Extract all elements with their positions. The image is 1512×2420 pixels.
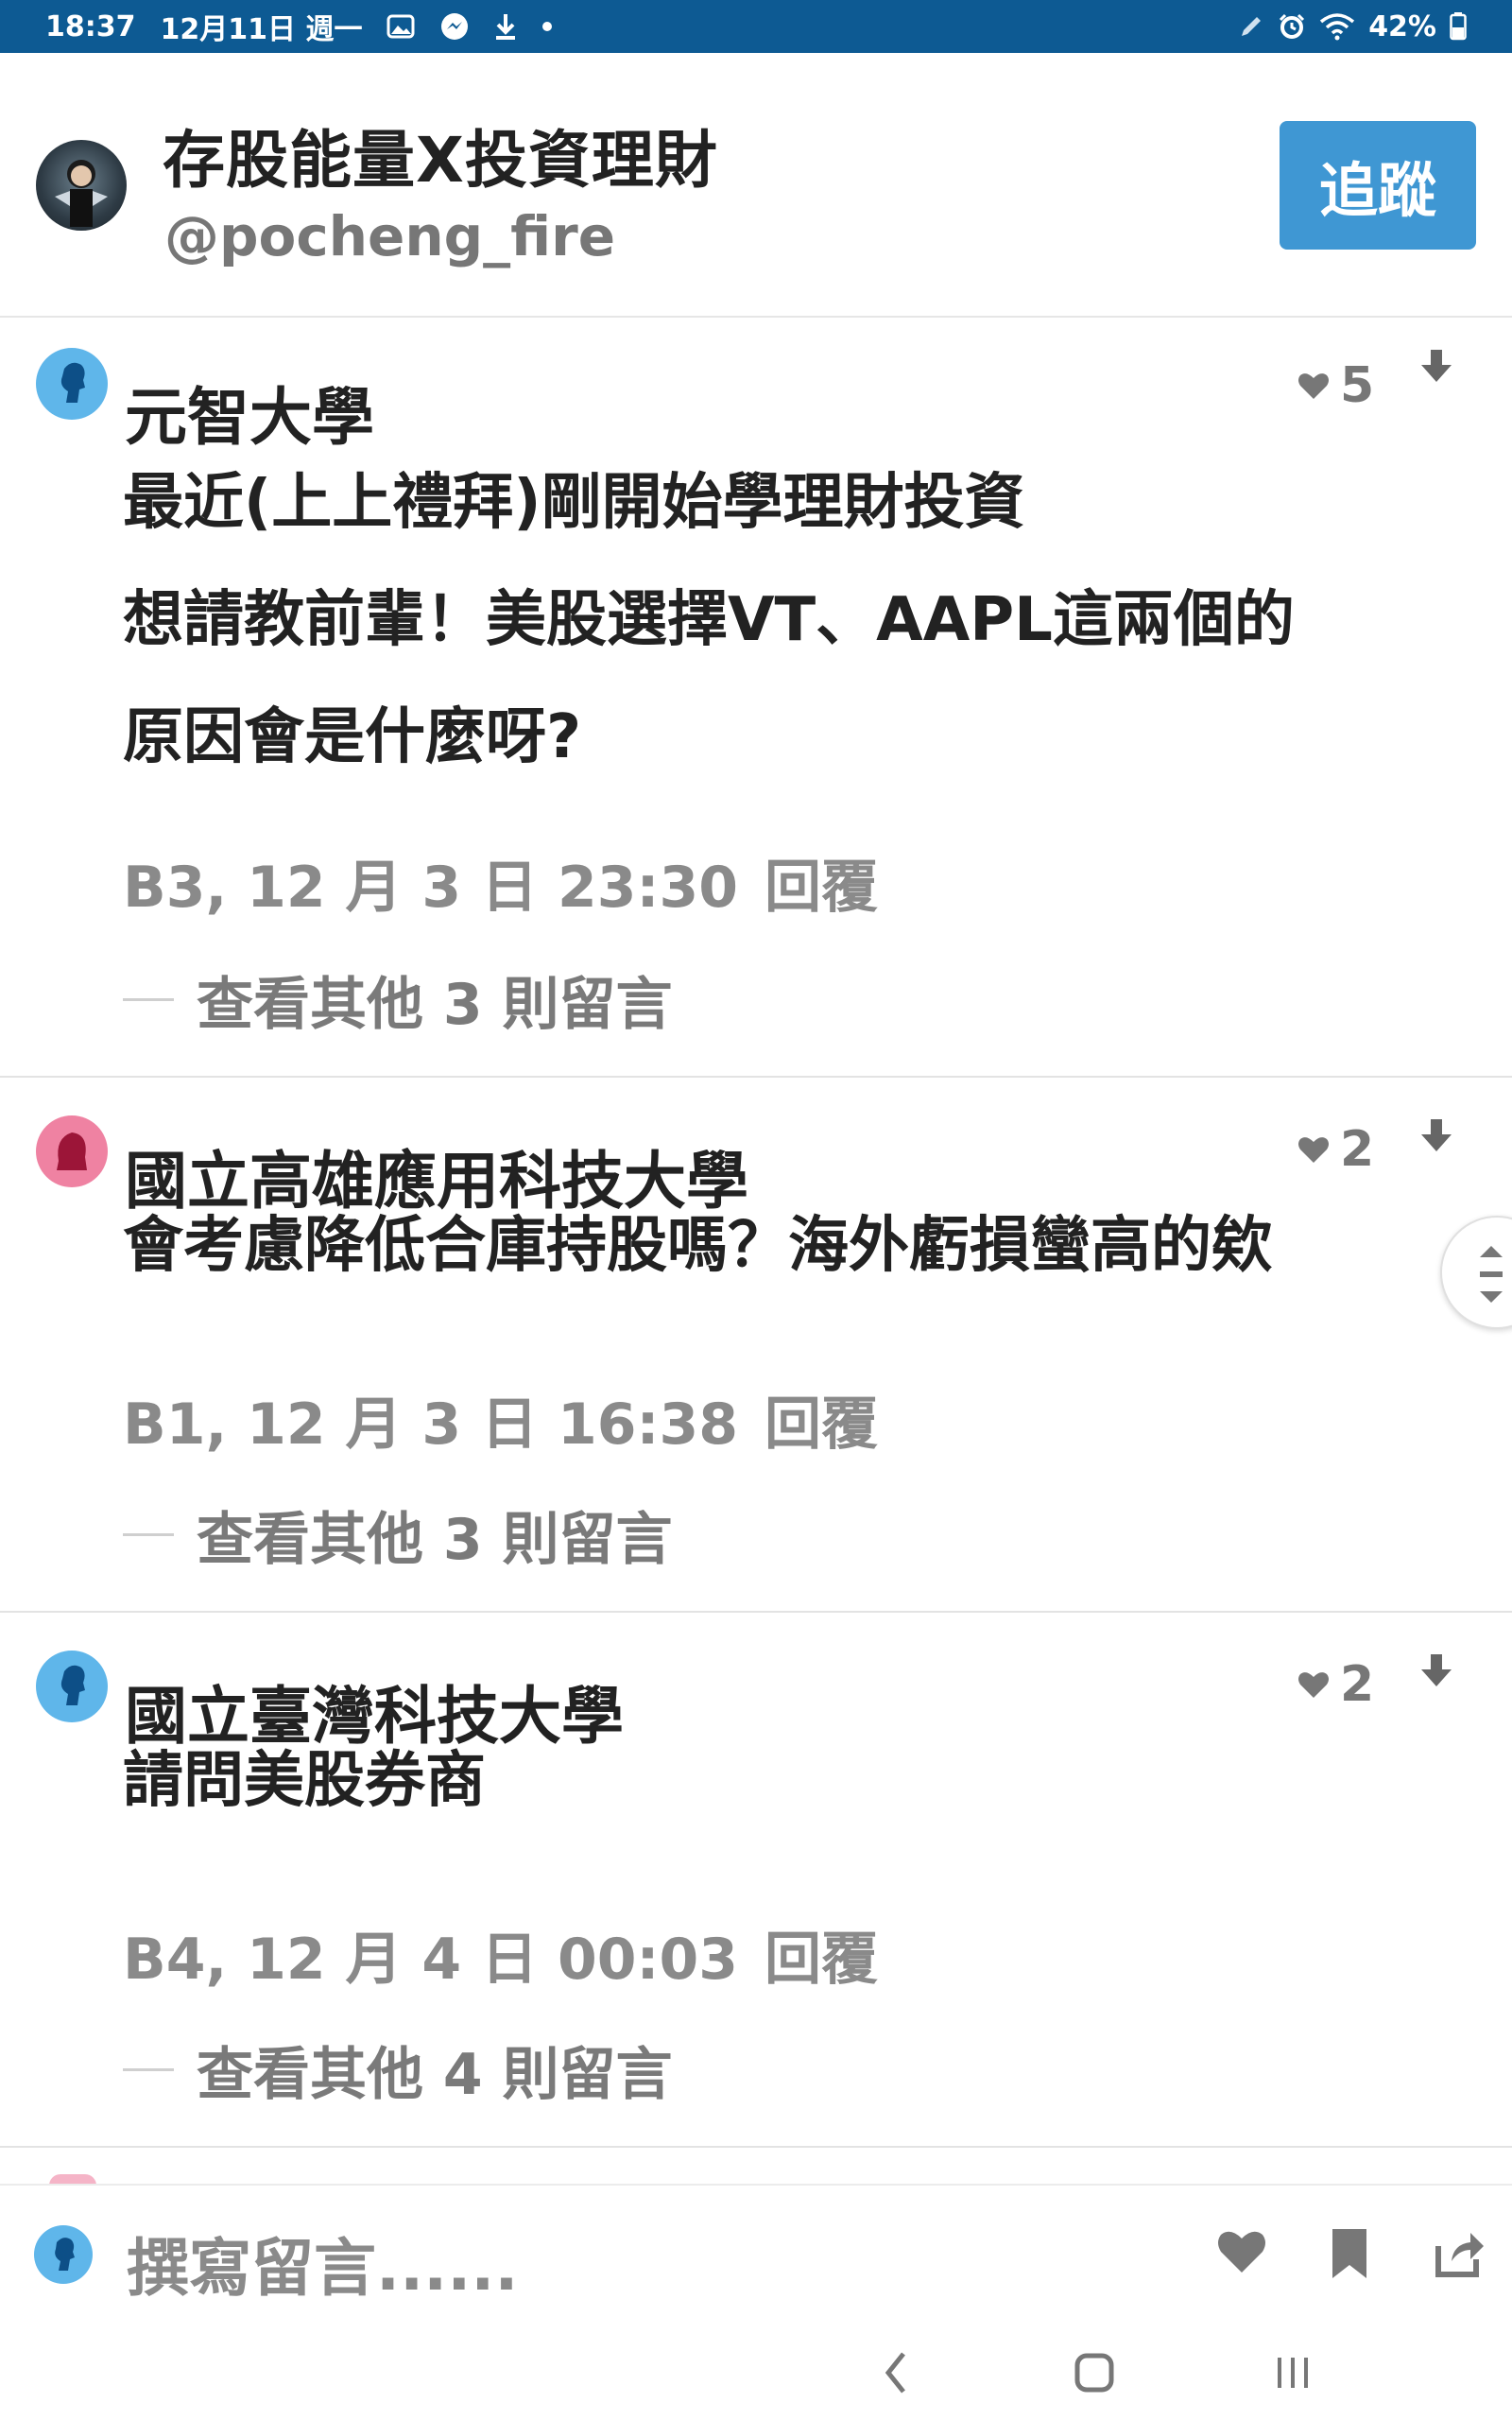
back-button[interactable] bbox=[879, 2346, 911, 2403]
scroll-arrows-icon bbox=[1480, 1246, 1503, 1303]
view-more-label: 查看其他 3 則留言 bbox=[197, 1507, 673, 1573]
battery-percent: 42% bbox=[1368, 9, 1436, 43]
reply-button[interactable]: 回覆 bbox=[765, 1927, 878, 1993]
profile-avatar[interactable] bbox=[36, 140, 127, 231]
profile-handle: @pocheng_fire bbox=[164, 204, 616, 268]
comment-body-line: 最近(上上禮拜)剛開始學理財投資 bbox=[123, 468, 1025, 538]
download-icon bbox=[494, 12, 517, 41]
like-button[interactable]: 2 bbox=[1297, 1656, 1374, 1713]
share-button[interactable] bbox=[1433, 2227, 1486, 2284]
battery-icon bbox=[1450, 12, 1467, 41]
status-bar: 18:37 12月11日 週一 42% bbox=[0, 0, 1512, 53]
like-button[interactable]: 2 bbox=[1297, 1121, 1374, 1178]
comment-item: 元智大學 最近(上上禮拜)剛開始學理財投資 想請教前輩！美股選擇VT、AAPL這… bbox=[0, 320, 1512, 1078]
downvote-button[interactable] bbox=[1419, 1652, 1453, 1694]
comment-meta: B1, 12 月 3 日 16:38 回覆 bbox=[123, 1378, 878, 1461]
status-date: 12月11日 週一 bbox=[160, 13, 363, 46]
divider-dash bbox=[123, 1533, 174, 1536]
comment-item: 國立高雄應用科技大學 會考慮降低合庫持股嗎？海外虧損蠻高的欸 B1, 12 月 … bbox=[0, 1078, 1512, 1613]
dot-icon bbox=[541, 21, 553, 32]
share-icon bbox=[1435, 2233, 1484, 2277]
scroll-handle[interactable] bbox=[1440, 1216, 1512, 1329]
downvote-button[interactable] bbox=[1419, 1117, 1453, 1159]
author-avatar[interactable] bbox=[36, 1115, 108, 1187]
comment-timestamp: B4, 12 月 4 日 00:03 bbox=[123, 1927, 738, 1993]
like-count: 2 bbox=[1340, 1121, 1375, 1178]
home-button[interactable] bbox=[1074, 2346, 1115, 2403]
comment-body: 請問美股券商 bbox=[123, 1722, 1446, 1840]
comment-body-line: 原因會是什麼呀? bbox=[123, 702, 582, 772]
comment-timestamp: B3, 12 月 3 日 23:30 bbox=[123, 855, 738, 921]
down-arrow-icon bbox=[1421, 1119, 1452, 1151]
status-right: 42% bbox=[1238, 10, 1467, 43]
wifi-icon bbox=[1319, 12, 1355, 41]
comment-item: 國立臺灣科技大學 請問美股券商 B4, 12 月 4 日 00:03 回覆 查看其… bbox=[0, 1613, 1512, 2148]
view-more-replies[interactable]: 查看其他 4 則留言 bbox=[123, 2029, 673, 2111]
profile-title: 存股能量X投資理財 bbox=[163, 124, 718, 197]
my-avatar bbox=[34, 2225, 93, 2284]
downvote-button[interactable] bbox=[1419, 348, 1453, 389]
messenger-icon bbox=[439, 11, 470, 42]
down-arrow-icon bbox=[1421, 1654, 1452, 1686]
comment-meta: B4, 12 月 4 日 00:03 回覆 bbox=[123, 1913, 878, 1996]
status-left: 18:37 12月11日 週一 bbox=[45, 6, 553, 47]
view-more-replies[interactable]: 查看其他 3 則留言 bbox=[123, 1494, 673, 1576]
pen-icon bbox=[1238, 13, 1264, 40]
divider-dash bbox=[123, 998, 174, 1001]
comment-body-line: 想請教前輩！美股選擇VT、AAPL這兩個的 bbox=[123, 585, 1295, 655]
heart-icon bbox=[1298, 1672, 1329, 1698]
profile-header: 存股能量X投資理財 @pocheng_fire 追蹤 bbox=[0, 53, 1512, 318]
heart-icon bbox=[1218, 2231, 1265, 2273]
status-time: 18:37 bbox=[45, 9, 136, 43]
reply-button[interactable]: 回覆 bbox=[765, 855, 878, 921]
like-count: 2 bbox=[1340, 1656, 1375, 1713]
like-post-button[interactable] bbox=[1215, 2227, 1268, 2280]
bookmark-button[interactable] bbox=[1327, 2227, 1372, 2284]
comment-body-line: 請問美股券商 bbox=[123, 1746, 486, 1816]
recents-icon bbox=[1278, 2358, 1308, 2388]
view-more-label: 查看其他 3 則留言 bbox=[197, 972, 673, 1038]
author-avatar[interactable] bbox=[36, 348, 108, 420]
like-button[interactable]: 5 bbox=[1297, 357, 1374, 414]
alarm-icon bbox=[1278, 12, 1306, 41]
down-arrow-icon bbox=[1421, 350, 1452, 382]
back-icon bbox=[885, 2352, 905, 2394]
system-nav-bar bbox=[0, 2325, 1512, 2420]
follow-button[interactable]: 追蹤 bbox=[1280, 121, 1476, 250]
bookmark-icon bbox=[1332, 2229, 1366, 2278]
view-more-label: 查看其他 4 則留言 bbox=[197, 2042, 673, 2108]
comment-timestamp: B1, 12 月 3 日 16:38 bbox=[123, 1392, 738, 1458]
comment-meta: B3, 12 月 3 日 23:30 回覆 bbox=[123, 841, 878, 924]
heart-icon bbox=[1298, 1137, 1329, 1163]
home-icon bbox=[1074, 2353, 1114, 2393]
author-avatar[interactable] bbox=[36, 1651, 108, 1722]
comment-body-line: 會考慮降低合庫持股嗎？海外虧損蠻高的欸 bbox=[123, 1211, 1272, 1281]
comment-input[interactable]: 撰寫留言...... bbox=[127, 2218, 518, 2308]
recents-button[interactable] bbox=[1272, 2346, 1314, 2403]
gallery-icon bbox=[387, 14, 415, 39]
reply-button[interactable]: 回覆 bbox=[765, 1392, 878, 1458]
like-count: 5 bbox=[1340, 357, 1375, 414]
comment-body: 最近(上上禮拜)剛開始學理財投資 想請教前輩！美股選擇VT、AAPL這兩個的 原… bbox=[123, 444, 1446, 796]
view-more-replies[interactable]: 查看其他 3 則留言 bbox=[123, 959, 673, 1041]
heart-icon bbox=[1298, 373, 1329, 399]
compose-bar: 撰寫留言...... bbox=[0, 2184, 1512, 2325]
comment-body: 會考慮降低合庫持股嗎？海外虧損蠻高的欸 bbox=[123, 1187, 1446, 1305]
divider-dash bbox=[123, 2068, 174, 2071]
